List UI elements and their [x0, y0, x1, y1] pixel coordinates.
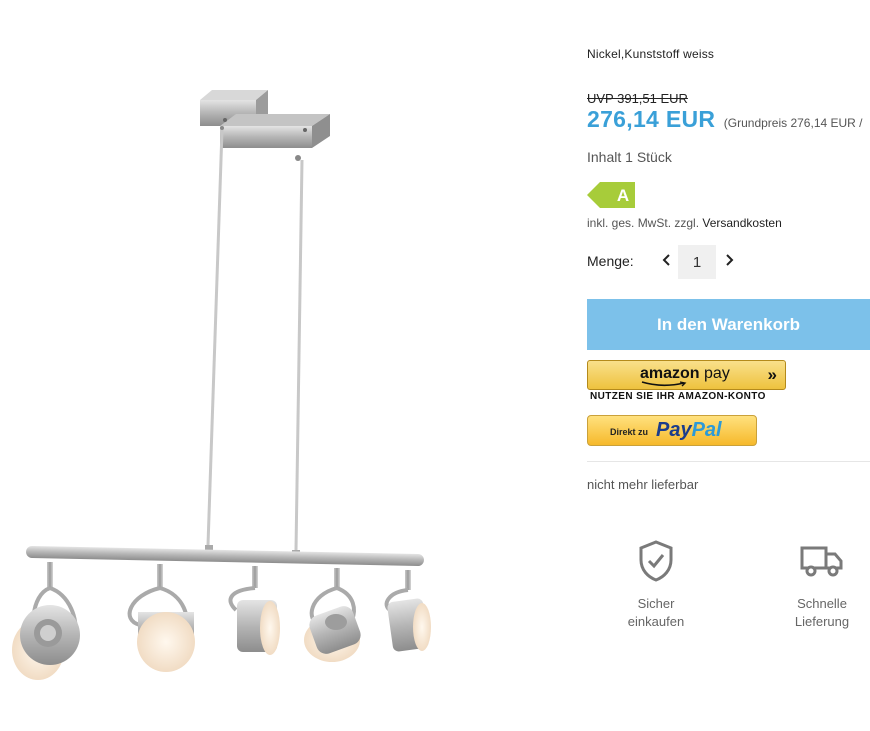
current-price: 276,14 EUR	[587, 106, 716, 132]
paypal-prefix: Direkt zu	[610, 427, 649, 437]
price-row: 276,14 EUR (Grundpreis 276,14 EUR /	[587, 106, 863, 133]
chevron-right-icon	[726, 254, 734, 266]
quantity-decrease-button[interactable]	[659, 250, 675, 270]
base-price: (Grundpreis 276,14 EUR /	[723, 116, 863, 130]
divider	[587, 461, 870, 462]
product-material: Nickel,Kunststoff weiss	[587, 47, 715, 61]
delivery-truck-icon	[800, 546, 843, 577]
feature-fast-delivery: Schnelle Lieferung	[767, 540, 870, 631]
product-content: Inhalt 1 Stück	[587, 149, 672, 165]
quantity-increase-button[interactable]	[721, 250, 737, 270]
amazon-pay-subtitle: NUTZEN SIE IHR AMAZON-KONTO	[590, 391, 766, 402]
vat-text: inkl. ges. MwSt. zzgl.	[587, 216, 700, 230]
quantity-input[interactable]	[678, 245, 716, 279]
availability-status: nicht mehr lieferbar	[587, 477, 699, 492]
feature-label: Sicher einkaufen	[627, 596, 685, 629]
paypal-express-button[interactable]: Direkt zu PayPal	[587, 415, 757, 446]
double-chevron-right-icon: »	[767, 365, 777, 384]
energy-class: A	[617, 186, 629, 205]
energy-label-badge[interactable]: A	[587, 182, 635, 208]
shield-check-icon	[639, 540, 673, 582]
uvp-price: UVP 391,51 EUR	[587, 91, 688, 106]
add-to-cart-button[interactable]: In den Warenkorb	[587, 299, 870, 350]
chevron-left-icon	[662, 254, 670, 266]
feature-label: Schnelle Lieferung	[794, 596, 850, 629]
amazon-smile-icon	[641, 381, 687, 387]
product-buy-box: Nickel,Kunststoff weiss UVP 391,51 EUR 2…	[587, 0, 870, 731]
product-image[interactable]	[0, 80, 470, 700]
quantity-label: Menge:	[587, 253, 634, 269]
vat-note: inkl. ges. MwSt. zzgl. Versandkosten	[587, 216, 782, 230]
energy-arrow-icon: A	[587, 182, 635, 208]
feature-secure-shopping: Sicher einkaufen	[601, 540, 711, 631]
amazon-pay-button[interactable]: amazon pay »	[587, 360, 786, 390]
shipping-costs-link[interactable]: Versandkosten	[702, 216, 781, 230]
paypal-logo: PayPal	[656, 419, 722, 441]
